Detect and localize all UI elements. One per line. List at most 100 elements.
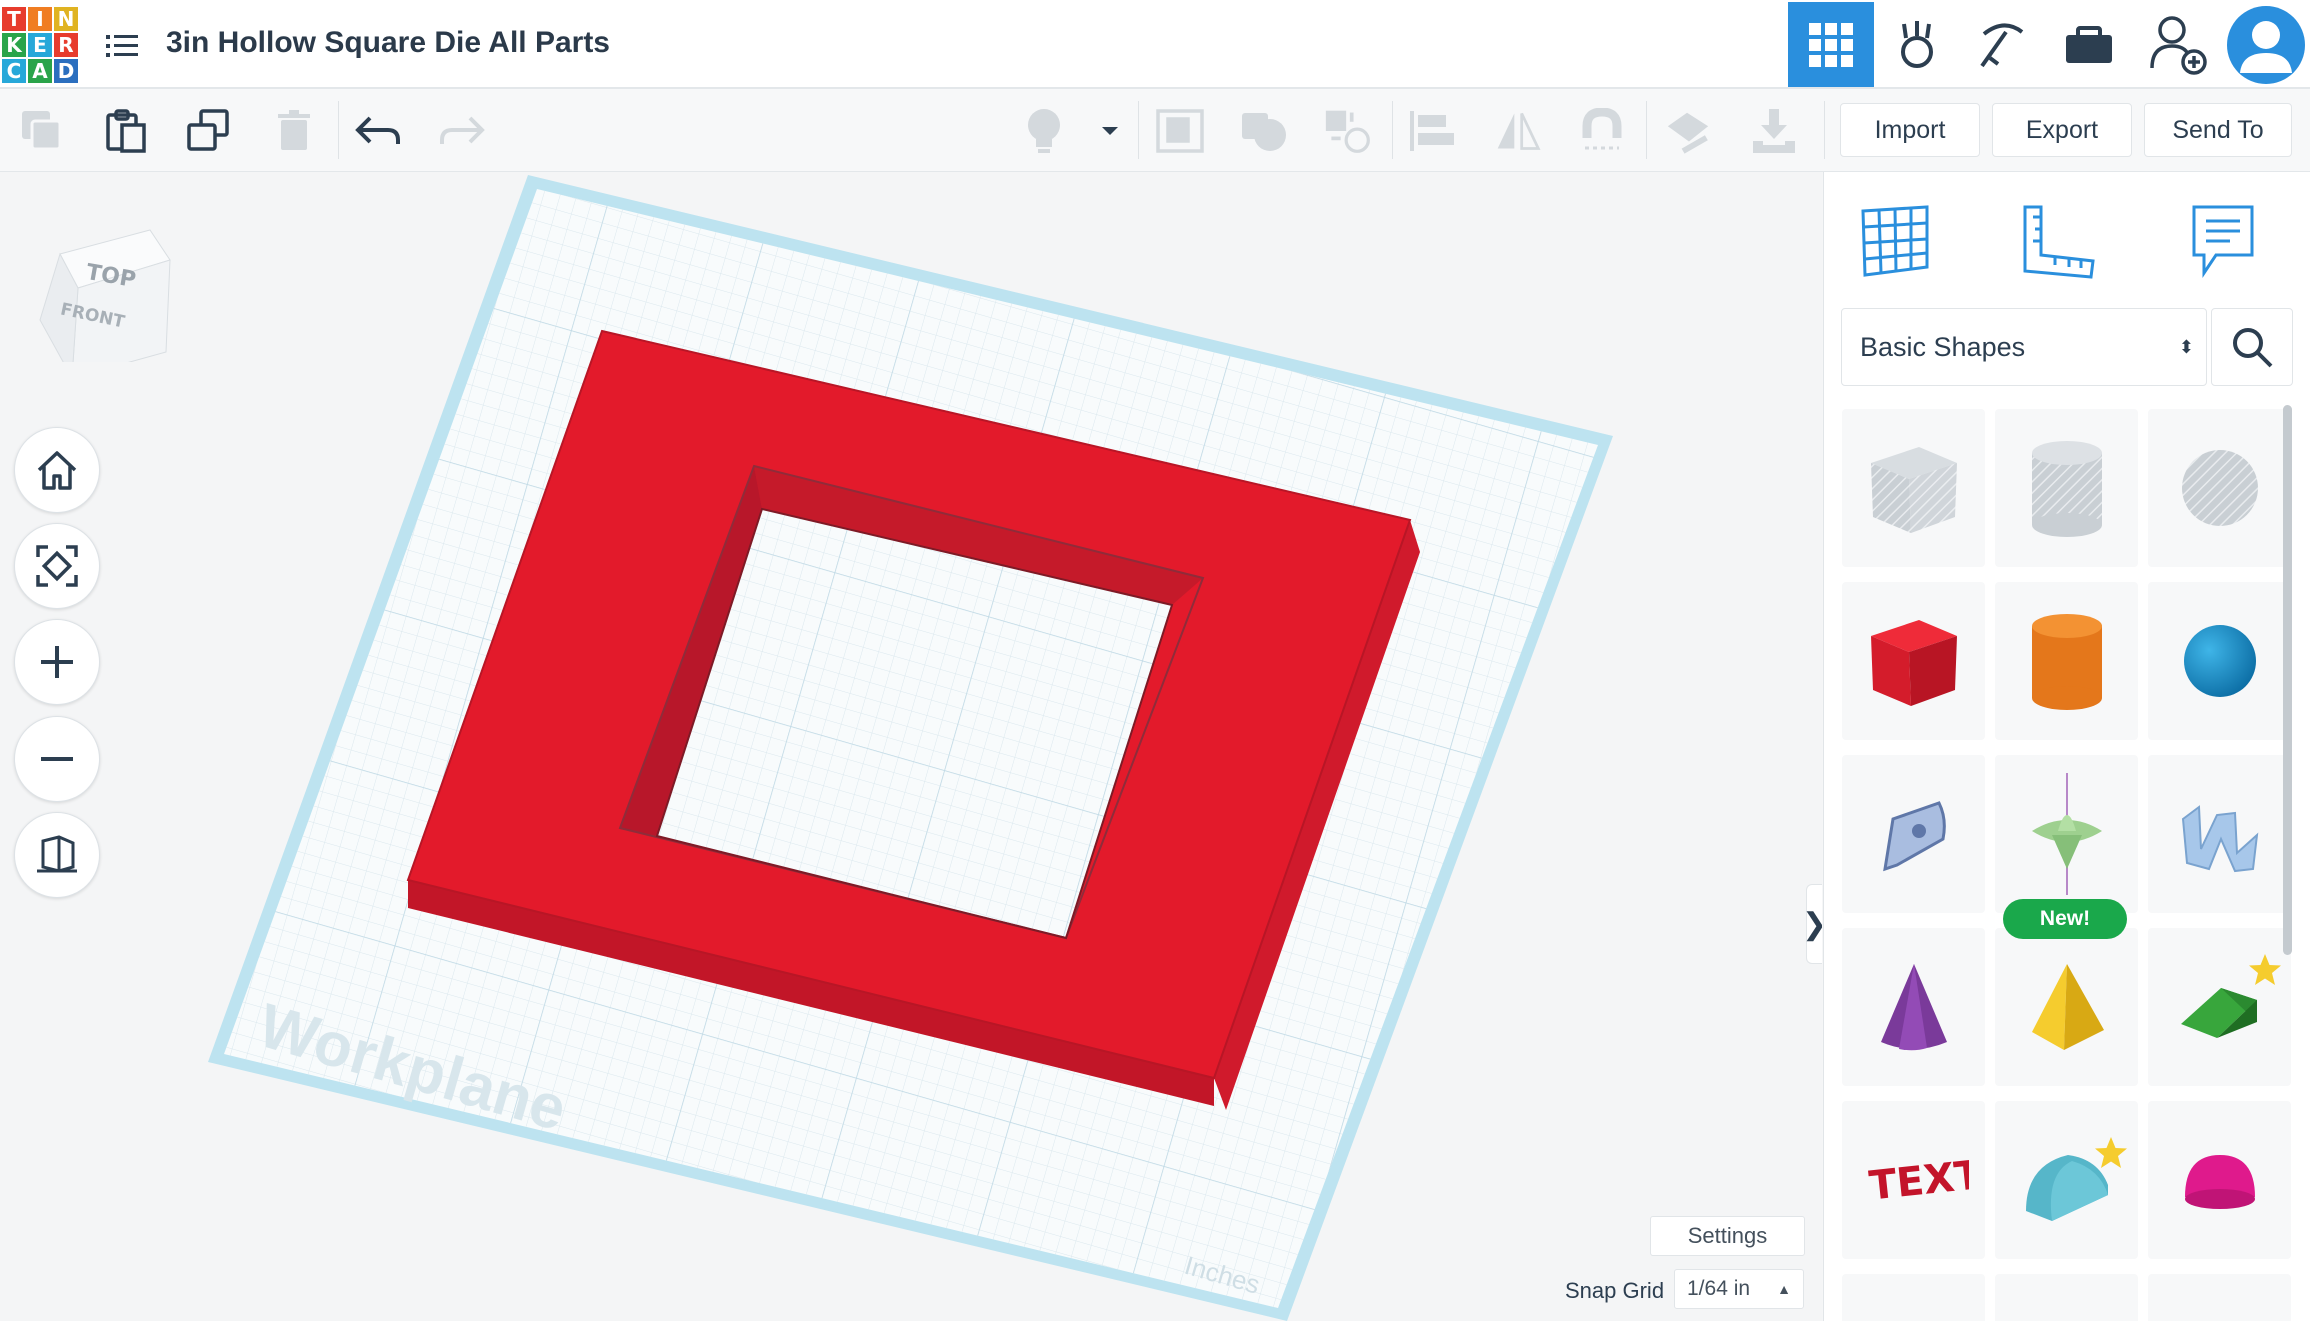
mirror-icon[interactable] — [1494, 107, 1542, 155]
shape-cone[interactable] — [1842, 928, 1985, 1086]
align-icon[interactable] — [1408, 107, 1456, 155]
hand-icon — [1901, 20, 1933, 68]
logo-letter: K — [2, 33, 26, 57]
magnet-icon[interactable] — [1578, 107, 1626, 155]
search-icon — [2233, 328, 2273, 368]
shape-box[interactable] — [1842, 582, 1985, 740]
shape-sphere-hole[interactable] — [2148, 409, 2291, 567]
menu-list-icon[interactable] — [104, 28, 140, 64]
logo-letter: D — [54, 59, 78, 83]
export-button[interactable]: Export — [1992, 103, 2132, 157]
drop-to-workplane-icon[interactable] — [1750, 107, 1798, 155]
zoom-in-button[interactable] — [14, 619, 100, 705]
note-icon[interactable] — [1664, 107, 1712, 155]
toolbar-divider — [1138, 101, 1139, 159]
logo-letter: E — [28, 33, 52, 57]
pickaxe-icon — [1980, 23, 2024, 67]
shape-scribble[interactable] — [1842, 755, 1985, 913]
sim-lab-button[interactable] — [2046, 2, 2132, 87]
shape-text[interactable]: TEXT — [1842, 1101, 1985, 1259]
shape-half-cylinder[interactable] — [1995, 1101, 2138, 1259]
shape-next-row[interactable] — [2148, 1274, 2291, 1321]
shape-next-row[interactable] — [1995, 1274, 2138, 1321]
import-button[interactable]: Import — [1840, 103, 1980, 157]
toolbar-divider — [338, 101, 339, 159]
perspective-icon — [37, 835, 77, 873]
favorite-star-icon[interactable] — [2247, 952, 2283, 988]
shape-search-button[interactable] — [2211, 308, 2293, 386]
toolbar-divider — [1392, 101, 1393, 159]
toolbar-divider — [1824, 101, 1825, 159]
settings-button[interactable]: Settings — [1650, 1216, 1805, 1256]
home-view-button[interactable] — [14, 427, 100, 513]
chevron-down-icon[interactable] — [1088, 107, 1132, 155]
shape-spinning-top[interactable] — [1995, 755, 2138, 913]
undo-icon[interactable] — [354, 107, 402, 155]
logo-letter: C — [2, 59, 26, 83]
ungroup-icon[interactable] — [1240, 107, 1288, 155]
lightbulb-icon[interactable] — [1020, 107, 1068, 155]
panel-collapse-toggle[interactable]: ❯ — [1802, 884, 1822, 964]
send-to-button[interactable]: Send To — [2144, 103, 2292, 157]
caret-up-icon: ▲ — [1777, 1281, 1791, 1297]
shape-shape-generator[interactable] — [2148, 755, 2291, 913]
fit-view-button[interactable] — [14, 523, 100, 609]
shape-sphere[interactable] — [2148, 582, 2291, 740]
plus-icon — [41, 646, 73, 678]
shape-cylinder[interactable] — [1995, 582, 2138, 740]
home-icon — [37, 451, 77, 490]
3d-viewport[interactable]: Workplane Inches TOP FRONT Settings Snap… — [0, 172, 1822, 1321]
minus-icon — [41, 757, 73, 761]
add-user-icon — [2150, 15, 2207, 75]
redo-icon[interactable] — [438, 107, 486, 155]
3d-design-view-button[interactable] — [1788, 2, 1874, 87]
cruise-icon[interactable] — [1324, 107, 1372, 155]
shape-library-value: Basic Shapes — [1860, 332, 2026, 362]
workplane[interactable] — [208, 175, 1613, 1321]
comment-icon — [2192, 205, 2254, 278]
ruler-icon — [2023, 205, 2095, 279]
perspective-toggle-button[interactable] — [14, 812, 100, 898]
toolbar: Import Export Send To — [0, 89, 2310, 172]
logo-letter: N — [54, 7, 78, 31]
bricks-view-button[interactable] — [1960, 2, 2046, 87]
shape-box-hole[interactable] — [1842, 409, 1985, 567]
select-arrows-icon: ⬍ — [2178, 337, 2194, 357]
favorite-star-icon[interactable] — [2093, 1135, 2129, 1171]
blocks-view-button[interactable] — [1874, 2, 1960, 87]
new-badge: New! — [2003, 899, 2127, 939]
zoom-out-button[interactable] — [14, 716, 100, 802]
shape-next-row[interactable] — [1842, 1274, 1985, 1321]
paste-icon[interactable] — [102, 107, 150, 155]
snap-grid-value: 1/64 in — [1687, 1277, 1751, 1300]
trash-icon[interactable] — [270, 107, 318, 155]
shape-pyramid[interactable] — [1995, 928, 2138, 1086]
invite-user-button[interactable] — [2135, 2, 2221, 87]
grid-icon — [1809, 22, 1853, 67]
tinkercad-logo[interactable]: T I N K E R C A D — [2, 7, 78, 83]
shape-half-sphere[interactable] — [2148, 1101, 2291, 1259]
toolbox-icon — [2066, 25, 2112, 63]
design-title[interactable]: 3in Hollow Square Die All Parts — [166, 26, 610, 60]
shape-library-select[interactable]: Basic Shapes ⬍ — [1841, 308, 2207, 386]
toolbar-divider — [1646, 101, 1647, 159]
ruler-tool-button[interactable] — [2014, 196, 2104, 286]
logo-letter: I — [28, 7, 52, 31]
duplicate-icon[interactable] — [184, 107, 232, 155]
copy-icon[interactable] — [18, 107, 66, 155]
shape-cylinder-hole[interactable] — [1995, 409, 2138, 567]
snap-grid-select[interactable]: 1/64 in ▲ — [1674, 1269, 1804, 1309]
view-cube[interactable]: TOP FRONT — [30, 202, 180, 380]
logo-letter: T — [2, 7, 26, 31]
workplane-scene[interactable]: Workplane Inches — [0, 172, 1822, 1321]
notes-tool-button[interactable] — [2178, 196, 2268, 286]
panel-scrollbar[interactable] — [2283, 405, 2292, 955]
logo-letter: A — [28, 59, 52, 83]
workplane-tool-button[interactable] — [1850, 196, 1940, 286]
group-icon[interactable] — [1156, 107, 1204, 155]
shapes-panel: Basic Shapes ⬍ TEXT — [1823, 172, 2310, 1321]
fit-icon — [36, 545, 78, 587]
svg-text:TEXT: TEXT — [1867, 1152, 1969, 1210]
grid-plane-icon — [1861, 205, 1929, 277]
user-avatar[interactable] — [2222, 2, 2310, 87]
